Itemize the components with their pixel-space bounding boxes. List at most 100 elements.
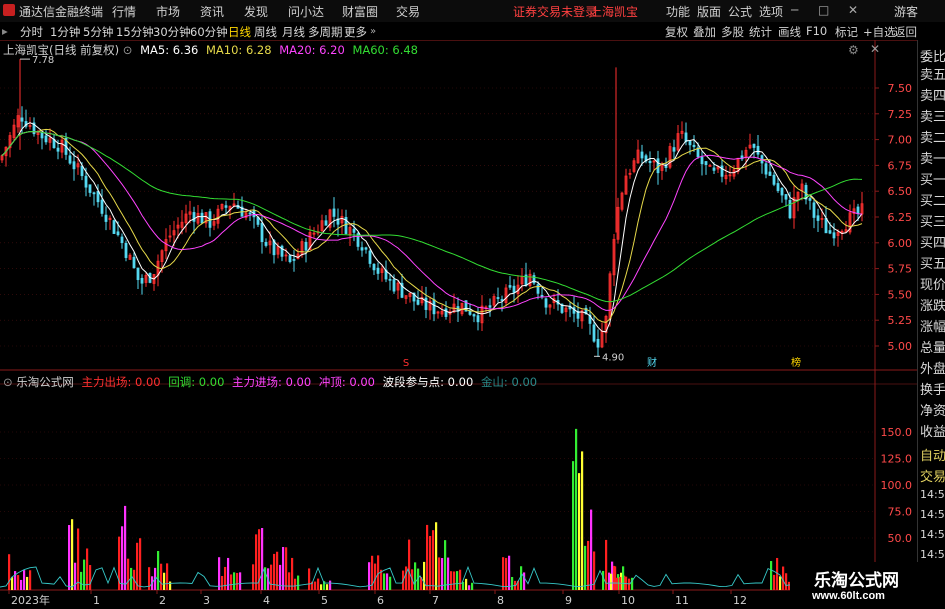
period-1min[interactable]: 1分钟 <box>50 24 80 40</box>
x-tick-label: 2023年 <box>11 593 50 607</box>
period-5min[interactable]: 5分钟 <box>83 24 113 40</box>
candle-body <box>104 214 108 222</box>
indicator-bar <box>285 547 288 590</box>
pane-close-icon[interactable]: ✕ <box>870 42 880 56</box>
menu-layout[interactable]: 版面 <box>697 3 721 20</box>
period-monthly[interactable]: 月线 <box>282 24 305 40</box>
period-intraday[interactable]: 分时 <box>20 24 43 40</box>
side-panel-label: 卖一 <box>920 152 945 167</box>
tool-overlay[interactable]: 叠加 <box>693 24 716 40</box>
candle-body <box>124 242 128 258</box>
close-icon[interactable]: ✕ <box>848 3 858 17</box>
candle-body <box>92 192 96 195</box>
indicator-bar <box>276 551 279 590</box>
candle-body <box>500 299 504 301</box>
menu-assistant[interactable]: 问小达 <box>288 3 324 20</box>
indicator-bar <box>80 571 83 590</box>
more-chevron-icon[interactable]: » <box>370 26 376 37</box>
indicator-settings-icon[interactable]: ⊙ <box>3 375 13 389</box>
menu-news[interactable]: 资讯 <box>200 3 224 20</box>
indicator-bar <box>581 451 584 590</box>
candle-body <box>304 241 308 251</box>
menu-quotes[interactable]: 行情 <box>112 3 136 20</box>
menu-market[interactable]: 市场 <box>156 3 180 20</box>
menu-functions[interactable]: 功能 <box>666 3 690 20</box>
candle-body <box>544 298 548 308</box>
price-tick-label: 6.75 <box>888 159 913 172</box>
indicator-bar <box>127 558 130 590</box>
indicator-bar <box>587 540 590 590</box>
candle-body <box>248 212 252 215</box>
chart-labels: 7.50 7.25 7.00 6.75 6.50 6.25 6.00 5.75 5.50 5.25… <box>11 55 912 607</box>
menu-bar: 通达信金融终端 行情 市场 资讯 发现 问小达 财富圈 交易 证券交易未登录 上… <box>0 0 945 23</box>
candle-body <box>432 299 436 315</box>
indicator-bar <box>160 563 163 590</box>
tool-adjust[interactable]: 复权 <box>665 24 688 40</box>
minimize-icon[interactable]: ─ <box>791 3 798 17</box>
indicator-bar <box>456 571 459 590</box>
tool-mark[interactable]: 标记 <box>835 24 858 40</box>
toolbar-collapse-icon[interactable]: ▸ <box>2 24 8 38</box>
candle-body <box>704 161 708 165</box>
menu-formula[interactable]: 公式 <box>728 3 752 20</box>
period-multi[interactable]: 多周期 <box>308 24 343 40</box>
indicator-tick-label: 150.0 <box>881 426 913 439</box>
candle-body <box>712 167 716 171</box>
event-marker: 财 <box>647 356 657 369</box>
indicator-bar <box>438 557 441 590</box>
tool-stats[interactable]: 统计 <box>749 24 772 40</box>
period-15min[interactable]: 15分钟 <box>116 24 154 40</box>
event-marker: 榜 <box>791 356 801 369</box>
candle-body <box>132 256 136 268</box>
candle-body <box>512 285 516 293</box>
tool-f10[interactable]: F10 <box>806 24 827 38</box>
tool-multi-stock[interactable]: 多股 <box>721 24 744 40</box>
kline-chart[interactable]: 7.50 7.25 7.00 6.75 6.50 6.25 6.00 5.75 5.50 5.25… <box>0 40 917 609</box>
candle-body <box>376 267 380 274</box>
menu-trade[interactable]: 交易 <box>396 3 420 20</box>
indicator-bar <box>459 569 462 590</box>
tool-back[interactable]: 返回 <box>894 24 917 40</box>
indicator-bar <box>169 581 172 590</box>
candle-body <box>112 220 116 234</box>
x-tick-label: 7 <box>432 594 439 607</box>
candle-body <box>720 165 724 177</box>
candle-body <box>100 199 104 214</box>
login-notice[interactable]: 证券交易未登录 <box>513 3 597 20</box>
menu-wealth[interactable]: 财富圈 <box>342 3 378 20</box>
menu-options[interactable]: 选项 <box>759 3 783 20</box>
indicator-peak: 冲顶: 0.00 <box>318 375 375 389</box>
moving-average-lines <box>1 122 863 333</box>
tool-add-watchlist[interactable]: +自选 <box>863 24 896 40</box>
side-panel-label: 委比 <box>920 50 945 65</box>
indicator-bar <box>429 535 432 590</box>
ma-settings-icon[interactable]: ⊙ <box>123 43 133 57</box>
candle-body <box>292 259 296 261</box>
period-daily[interactable]: 日线 <box>228 24 251 40</box>
period-30min[interactable]: 30分钟 <box>153 24 191 40</box>
maximize-icon[interactable]: □ <box>818 3 829 17</box>
guest-label[interactable]: 游客 <box>894 3 918 20</box>
indicator-title: 乐淘公式网 <box>16 375 74 389</box>
event-marker: S <box>403 358 409 369</box>
side-panel-label: 涨跌 <box>920 299 945 314</box>
pane-settings-icon[interactable]: ⚙ <box>848 43 859 57</box>
indicator-bar <box>511 576 514 590</box>
period-60min[interactable]: 60分钟 <box>190 24 228 40</box>
candle-body <box>360 247 364 251</box>
candle-body <box>288 255 292 263</box>
indicator-bar <box>435 522 438 590</box>
indicator-bar <box>11 577 14 590</box>
period-more[interactable]: 更多 <box>344 24 367 40</box>
candle-body <box>40 131 44 139</box>
quote-side-panel: 委比 卖五 卖四 卖三 卖二 卖一 买一 买二 买三 买四 买五 现价 涨跌 涨幅 总量 外盘 换手 净资 收益 自动… <box>917 40 945 609</box>
candle-body <box>352 228 356 233</box>
price-pane-header: 上海凯宝(日线 前复权) ⊙ MA5: 6.36 MA10: 6.28 MA20… <box>3 42 418 58</box>
side-panel-label: 现价 <box>920 278 945 293</box>
menu-discover[interactable]: 发现 <box>244 3 268 20</box>
period-weekly[interactable]: 周线 <box>254 24 277 40</box>
indicator-bar <box>270 564 273 590</box>
indicator-bar <box>508 555 511 590</box>
indicator-bar <box>374 563 377 590</box>
tool-draw[interactable]: 画线 <box>778 24 801 40</box>
